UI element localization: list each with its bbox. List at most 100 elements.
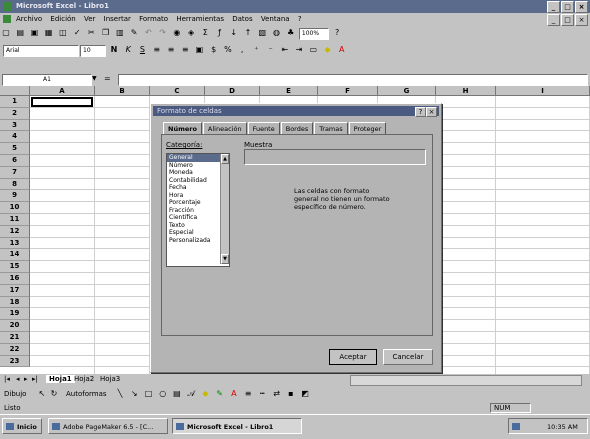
free-rotate-icon[interactable]: ↻: [49, 389, 59, 399]
underline-icon[interactable]: S: [137, 45, 147, 55]
print-icon[interactable]: ▦: [44, 28, 54, 38]
menu-ver[interactable]: Ver: [84, 15, 95, 23]
column-header[interactable]: B: [95, 86, 150, 96]
row-header[interactable]: 16: [0, 273, 30, 285]
row-header[interactable]: 4: [0, 131, 30, 144]
borders-icon[interactable]: ▭: [308, 45, 318, 55]
font-select[interactable]: Arial: [3, 45, 79, 57]
textbox-icon[interactable]: ▤: [172, 389, 182, 399]
scroll-up-icon[interactable]: ▲: [221, 154, 229, 164]
start-button[interactable]: Inicio: [2, 418, 42, 434]
function-icon[interactable]: ƒ: [215, 28, 225, 38]
row-header[interactable]: 11: [0, 214, 30, 226]
column-header[interactable]: A: [30, 86, 95, 96]
row-header[interactable]: 23: [0, 355, 30, 368]
row-header[interactable]: 21: [0, 332, 30, 344]
line-style-icon[interactable]: ≡: [243, 389, 253, 399]
office-assistant-icon[interactable]: ?: [332, 28, 342, 38]
zoom-select[interactable]: 100%: [298, 28, 329, 40]
next-sheet-icon[interactable]: ▸: [24, 375, 28, 383]
line-color-icon[interactable]: ✎: [215, 389, 225, 399]
increase-decimal-icon[interactable]: ⁺: [251, 45, 261, 55]
row-header[interactable]: 7: [0, 166, 30, 179]
column-header[interactable]: H: [436, 86, 496, 96]
column-header[interactable]: E: [260, 86, 318, 96]
doc-close-button[interactable]: ×: [575, 14, 588, 26]
rectangle-icon[interactable]: □: [143, 389, 153, 399]
menu-herramientas[interactable]: Herramientas: [176, 15, 224, 23]
task-pagemaker[interactable]: Adobe PageMaker 6.5 - [C...: [48, 418, 168, 434]
spelling-icon[interactable]: ✓: [72, 28, 82, 38]
sheet-tab-hoja1[interactable]: Hoja1: [46, 375, 75, 383]
dibujo-menu[interactable]: Dibujo: [4, 390, 26, 398]
row-header[interactable]: 3: [0, 119, 30, 132]
draw-font-color-icon[interactable]: A: [229, 389, 239, 399]
last-sheet-icon[interactable]: ▸|: [32, 375, 38, 383]
wordart-icon[interactable]: 𝒜: [186, 389, 196, 399]
font-color-icon[interactable]: A: [337, 45, 347, 55]
row-header[interactable]: 22: [0, 343, 30, 356]
row-header[interactable]: 2: [0, 107, 30, 120]
autoformas-menu[interactable]: Autoformas: [66, 390, 107, 398]
row-header[interactable]: 14: [0, 249, 30, 262]
row-header[interactable]: 15: [0, 261, 30, 273]
align-center-icon[interactable]: ≡: [166, 45, 176, 55]
preview-icon[interactable]: ◫: [58, 28, 68, 38]
row-header[interactable]: 18: [0, 296, 30, 309]
cut-icon[interactable]: ✂: [86, 28, 96, 38]
bold-icon[interactable]: N: [109, 45, 119, 55]
copy-icon[interactable]: ❐: [101, 28, 111, 38]
sort-asc-icon[interactable]: ↓: [229, 28, 239, 38]
menu-insertar[interactable]: Insertar: [104, 15, 131, 23]
merge-center-icon[interactable]: ▣: [194, 45, 204, 55]
prev-sheet-icon[interactable]: ◂: [16, 375, 20, 383]
line-icon[interactable]: ╲: [115, 389, 125, 399]
menu-help[interactable]: ?: [298, 15, 302, 23]
redo-icon[interactable]: ↷: [158, 28, 168, 38]
shadow-icon[interactable]: ▪: [286, 389, 296, 399]
scroll-down-icon[interactable]: ▼: [221, 254, 229, 264]
sheet-tab-hoja2[interactable]: Hoja2: [74, 375, 94, 383]
row-header[interactable]: 8: [0, 178, 30, 191]
format-painter-icon[interactable]: ✎: [129, 28, 139, 38]
document-icon[interactable]: [3, 15, 11, 23]
doc-minimize-button[interactable]: _: [547, 14, 560, 26]
undo-icon[interactable]: ↶: [143, 28, 153, 38]
row-header[interactable]: 9: [0, 190, 30, 203]
align-right-icon[interactable]: ≡: [180, 45, 190, 55]
paste-icon[interactable]: ▥: [115, 28, 125, 38]
comma-icon[interactable]: ,: [237, 45, 247, 55]
menu-edicion[interactable]: Edición: [50, 15, 75, 23]
draw-fill-color-icon[interactable]: ◆: [200, 389, 210, 399]
sheet-tab-hoja3[interactable]: Hoja3: [100, 375, 120, 383]
arrow-style-icon[interactable]: ⇄: [272, 389, 282, 399]
oval-icon[interactable]: ○: [158, 389, 168, 399]
column-header[interactable]: F: [318, 86, 378, 96]
row-header[interactable]: 20: [0, 320, 30, 332]
decrease-decimal-icon[interactable]: ⁻: [266, 45, 276, 55]
currency-icon[interactable]: $: [209, 45, 219, 55]
menu-datos[interactable]: Datos: [232, 15, 252, 23]
category-list[interactable]: General Número Moneda Contabilidad Fecha…: [166, 153, 230, 267]
open-icon[interactable]: ▤: [15, 28, 25, 38]
italic-icon[interactable]: K: [123, 45, 133, 55]
task-excel[interactable]: Microsoft Excel - Libro1: [172, 418, 302, 434]
column-header[interactable]: G: [378, 86, 436, 96]
arrow-icon[interactable]: ↘: [129, 389, 139, 399]
column-header[interactable]: I: [496, 86, 590, 96]
menu-formato[interactable]: Formato: [139, 15, 168, 23]
3d-icon[interactable]: ◩: [300, 389, 310, 399]
select-all-corner[interactable]: [0, 86, 30, 96]
percent-icon[interactable]: %: [223, 45, 233, 55]
hyperlink-icon[interactable]: ◉: [172, 28, 182, 38]
new-icon[interactable]: ▢: [1, 28, 11, 38]
column-header[interactable]: D: [205, 86, 260, 96]
fill-color-icon[interactable]: ◆: [323, 45, 333, 55]
formula-input[interactable]: [118, 74, 588, 86]
dialog-help-button[interactable]: ?: [415, 107, 426, 117]
column-header[interactable]: C: [150, 86, 205, 96]
decrease-indent-icon[interactable]: ⇤: [280, 45, 290, 55]
font-size-select[interactable]: 10: [80, 45, 106, 57]
align-left-icon[interactable]: ≡: [152, 45, 162, 55]
dash-style-icon[interactable]: ┅: [257, 389, 267, 399]
